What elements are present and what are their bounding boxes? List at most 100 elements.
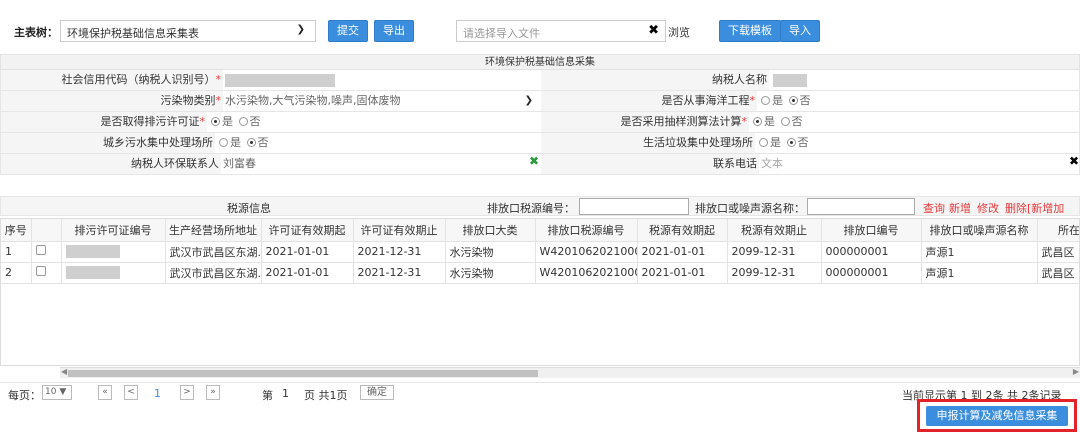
col-location-header[interactable]: 所在	[1037, 219, 1079, 242]
prev-page-button[interactable]: <	[124, 385, 138, 400]
col-outlet-source-no-header[interactable]: 排放口税源编号	[535, 219, 638, 242]
next-page-button[interactable]: >	[180, 385, 194, 400]
base-info-form: 环境保护税基础信息采集 社会信用代码（纳税人识别号）* 纳税人名称 污染物类别*…	[0, 54, 1080, 175]
confirm-page-button[interactable]: 确定	[360, 385, 394, 400]
sampling-no-radio[interactable]	[780, 116, 790, 126]
row-outlet-category: 水污染物	[445, 262, 536, 284]
row-source-end: 2099-12-31	[727, 241, 822, 263]
permit-yes-radio[interactable]	[211, 116, 220, 126]
urban-sewage-yes-radio[interactable]	[219, 137, 228, 147]
row-checkbox[interactable]	[31, 262, 62, 284]
clear-contact-icon[interactable]: ✖	[529, 154, 539, 168]
form-title: 环境保护税基础信息采集	[0, 54, 1080, 70]
table-header-row: 序号 排污许可证编号 生产经营场所地址 许可证有效期起 许可证有效期止 排放口大…	[1, 219, 1079, 242]
last-page-button[interactable]: »	[206, 385, 220, 400]
permit-radio-group: 是 否	[207, 112, 261, 132]
row-outlet-category: 水污染物	[445, 241, 536, 263]
contact-input[interactable]: 刘富春	[221, 154, 539, 174]
col-source-start-header[interactable]: 税源有效期起	[637, 219, 728, 242]
col-outlet-no-header[interactable]: 排放口编号	[821, 219, 922, 242]
main-table-label: 主表树：	[14, 26, 58, 39]
chevron-down-icon: ❯	[296, 24, 305, 35]
row-source-start: 2021-01-01	[637, 262, 728, 284]
tax-source-bar: 税源信息 排放口税源编号： 排放口或噪声源名称： 查询 新增 修改 删除[新增加…	[0, 196, 1080, 231]
urban-sewage-no-radio[interactable]	[246, 137, 256, 147]
scroll-right-icon[interactable]: ▶	[1073, 367, 1079, 376]
import-file-placeholder: 请选择导入文件	[463, 27, 540, 40]
clear-file-icon[interactable]: ✖	[648, 23, 659, 38]
row-outlet-no: 000000001	[821, 241, 922, 263]
report-button-highlight: 申报计算及减免信息采集	[917, 399, 1077, 432]
table-row[interactable]: 1 武汉市武昌区东湖... 2021-01-01 2021-12-31 水污染物…	[1, 241, 1079, 263]
marine-yes-radio[interactable]	[761, 95, 770, 105]
export-button[interactable]: 导出	[374, 20, 414, 42]
query-link[interactable]: 查询	[923, 200, 945, 216]
col-index-header[interactable]: 序号	[1, 219, 32, 242]
permit-no-radio[interactable]	[238, 116, 248, 126]
current-page-link[interactable]: 1	[154, 387, 161, 400]
row-outlet-name: 声源1	[921, 262, 1038, 284]
clear-phone-icon[interactable]: ✖	[1069, 154, 1079, 168]
marine-radio-group: 是 否	[757, 91, 811, 111]
col-outlet-name-header[interactable]: 排放口或噪声源名称	[921, 219, 1038, 242]
col-permit-end-header[interactable]: 许可证有效期止	[353, 219, 446, 242]
col-address-header[interactable]: 生产经营场所地址	[165, 219, 262, 242]
tax-source-title: 税源信息	[227, 202, 271, 215]
row-permit-start: 2021-01-01	[261, 262, 354, 284]
marine-no-radio[interactable]	[788, 95, 798, 105]
page-input[interactable]: 1	[282, 387, 289, 400]
form-row-3: 是否取得排污许可证* 是 否 是否采用抽样测算法计算* 是 否	[0, 112, 1080, 133]
add-link[interactable]: 新增	[949, 200, 971, 216]
import-file-input[interactable]: 请选择导入文件 ✖	[456, 20, 666, 42]
report-calc-button[interactable]: 申报计算及减免信息采集	[926, 406, 1068, 426]
download-template-button[interactable]: 下载模板	[719, 20, 781, 42]
page-total: 页 共1页	[304, 389, 348, 402]
scrollbar-thumb[interactable]	[68, 370, 538, 377]
row-address: 武汉市武昌区东湖...	[165, 241, 262, 263]
toolbar: 主表树： 环境保护税基础信息采集表 ❯ 提交 导出 请选择导入文件 ✖ 浏览 下…	[0, 14, 1080, 54]
urban-sewage-label: 城乡污水集中处理场所	[1, 133, 215, 153]
row-permit-start: 2021-01-01	[261, 241, 354, 263]
garbage-no-radio[interactable]	[786, 137, 796, 147]
garbage-yes-radio[interactable]	[759, 137, 768, 147]
col-select-header[interactable]	[31, 219, 62, 242]
credit-code-field[interactable]	[223, 70, 335, 90]
taxpayer-name-field[interactable]	[771, 70, 807, 90]
page-prefix: 第	[262, 389, 273, 402]
form-row-2: 污染物类别* 水污染物,大气污染物,噪声,固体废物 ❯ 是否从事海洋工程* 是 …	[0, 91, 1080, 112]
outlet-name-input[interactable]	[807, 198, 915, 215]
submit-button[interactable]: 提交	[328, 20, 368, 42]
tax-source-table: 序号 排污许可证编号 生产经营场所地址 许可证有效期起 许可证有效期止 排放口大…	[0, 218, 1080, 366]
col-permit-start-header[interactable]: 许可证有效期起	[261, 219, 354, 242]
phone-input[interactable]: 文本	[759, 154, 783, 174]
urban-sewage-radio-group: 是 否	[215, 133, 269, 153]
row-source-end: 2099-12-31	[727, 262, 822, 284]
horizontal-scrollbar[interactable]: ◀ ▶	[60, 367, 1080, 378]
row-permit-no	[61, 262, 166, 284]
first-page-button[interactable]: «	[98, 385, 112, 400]
col-outlet-category-header[interactable]: 排放口大类	[445, 219, 536, 242]
per-page-label: 每页：	[8, 389, 41, 402]
row-outlet-no: 000000001	[821, 262, 922, 284]
col-source-end-header[interactable]: 税源有效期止	[727, 219, 822, 242]
table-row[interactable]: 2 武汉市武昌区东湖... 2021-01-01 2021-12-31 水污染物…	[1, 262, 1079, 284]
row-checkbox[interactable]	[31, 241, 62, 263]
browse-button[interactable]: 浏览	[668, 24, 690, 40]
row-permit-end: 2021-12-31	[353, 262, 446, 284]
col-permit-no-header[interactable]: 排污许可证编号	[61, 219, 166, 242]
outlet-name-label: 排放口或噪声源名称：	[695, 202, 805, 215]
edit-link[interactable]: 修改	[977, 200, 999, 216]
row-outlet-source-no: W420106202100002	[535, 262, 638, 284]
import-button[interactable]: 导入	[780, 20, 820, 42]
form-row-1: 社会信用代码（纳税人识别号）* 纳税人名称	[0, 70, 1080, 91]
table-select-value: 环境保护税基础信息采集表	[67, 27, 199, 40]
row-permit-no	[61, 241, 166, 263]
outlet-code-input[interactable]	[579, 198, 689, 215]
scroll-left-icon[interactable]: ◀	[61, 367, 67, 376]
outlet-code-label: 排放口税源编号：	[487, 202, 575, 215]
table-select[interactable]: 环境保护税基础信息采集表 ❯	[60, 20, 316, 42]
pollutant-type-select[interactable]: 水污染物,大气污染物,噪声,固体废物 ❯	[223, 91, 539, 111]
taxpayer-name-label: 纳税人名称	[541, 70, 769, 90]
per-page-select[interactable]: 10 ▼	[42, 385, 72, 400]
sampling-yes-radio[interactable]	[753, 116, 762, 126]
